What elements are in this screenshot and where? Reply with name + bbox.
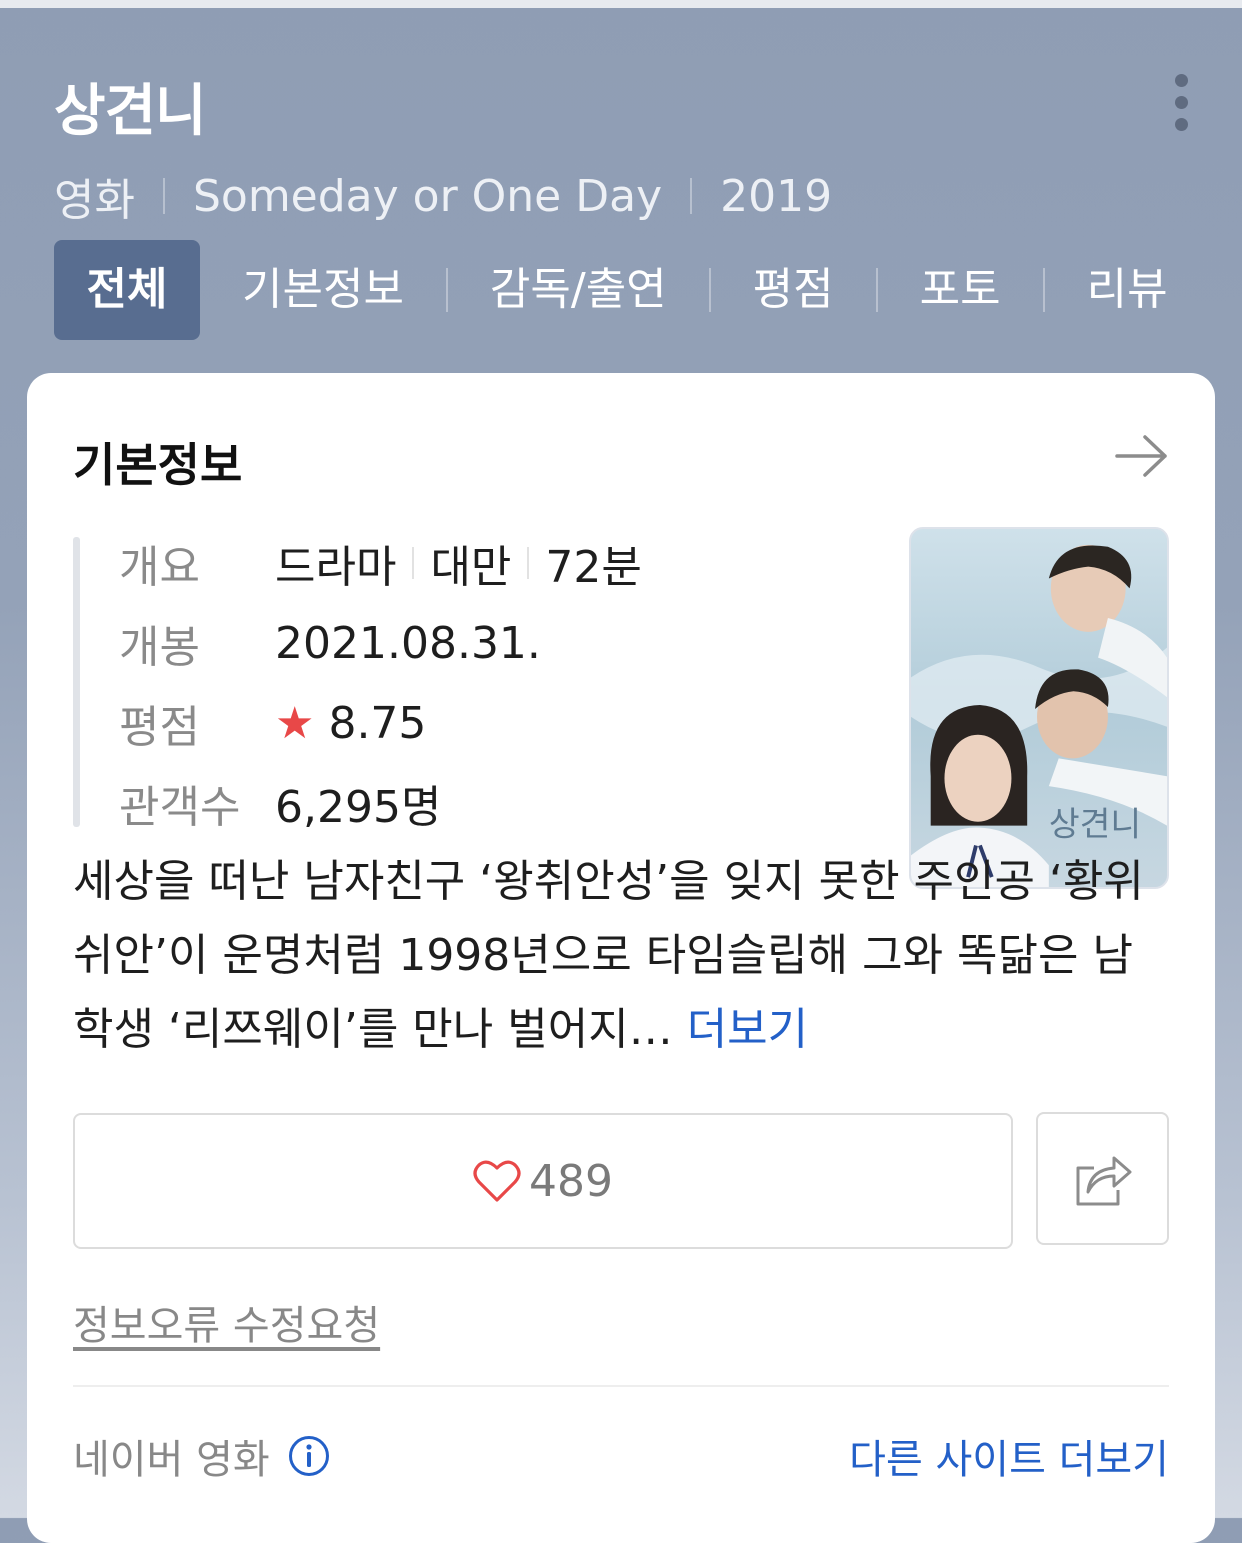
share-icon: [1076, 1156, 1131, 1205]
release-date: 2021.08.31.: [275, 617, 541, 669]
movie-poster[interactable]: 상견니: [909, 527, 1169, 889]
heart-icon: [473, 1160, 521, 1202]
like-button[interactable]: 489: [73, 1113, 1013, 1249]
tab-rating[interactable]: 평점: [753, 240, 834, 340]
other-sites-link[interactable]: 다른 사이트 더보기: [849, 1427, 1169, 1485]
like-count: 489: [529, 1155, 613, 1207]
divider: [73, 1385, 1169, 1387]
meta-divider: [690, 178, 693, 214]
value-divider: [412, 547, 415, 579]
audience-value: 6,295명: [275, 782, 442, 833]
audience-row: 관객수 6,295명: [119, 771, 441, 835]
tab-divider: [708, 268, 711, 312]
tab-all[interactable]: 전체: [54, 240, 200, 340]
description-text: 세상을 떠난 남자친구 ‘왕취안성’을 잊지 못한 주인공 ‘황위쉬안’이 운명…: [73, 856, 1144, 1055]
rating-value: 8.75: [328, 697, 427, 749]
page-title: 상견니: [54, 79, 207, 144]
basic-info-card: 기본정보 개요 드라마 대만 72분 개봉 2021.08.31. 평점 ★ 8…: [27, 373, 1215, 1543]
tab-divider: [445, 268, 448, 312]
release-label: 개봉: [119, 622, 200, 673]
tab-director-cast[interactable]: 감독/출연: [490, 240, 667, 340]
tab-photo[interactable]: 포토: [920, 240, 1001, 340]
tab-bar: 전체 기본정보 감독/출연 평점 포토 리뷰: [54, 240, 1168, 340]
card-title: 기본정보: [73, 438, 243, 492]
poster-title-text: 상견니: [1049, 805, 1141, 844]
overview-row: 개요 드라마 대만 72분: [119, 531, 642, 595]
overview-label: 개요: [119, 542, 200, 593]
report-error-link[interactable]: 정보오류 수정요청: [73, 1293, 380, 1351]
description-more-link[interactable]: 더보기: [687, 1004, 808, 1055]
tab-divider: [875, 268, 878, 312]
info-icon[interactable]: [288, 1435, 330, 1477]
tab-divider: [1042, 268, 1045, 312]
meta-year: 2019: [720, 170, 833, 222]
meta-category: 영화: [54, 175, 135, 226]
genre-value: 드라마: [275, 542, 397, 593]
country-value: 대만: [430, 542, 512, 593]
source-label: 네이버 영화: [73, 1437, 270, 1483]
release-row: 개봉 2021.08.31.: [119, 611, 541, 675]
audience-label: 관객수: [119, 782, 241, 833]
movie-meta: 영화 Someday or One Day 2019: [54, 164, 832, 228]
description: 세상을 떠난 남자친구 ‘왕취안성’을 잊지 못한 주인공 ‘황위쉬안’이 운명…: [73, 845, 1173, 1067]
info-accent-bar: [73, 537, 80, 827]
share-button[interactable]: [1036, 1112, 1169, 1245]
more-options-icon[interactable]: [1162, 70, 1202, 134]
tab-review[interactable]: 리뷰: [1087, 240, 1168, 340]
meta-divider: [162, 178, 165, 214]
runtime-value: 72분: [545, 542, 642, 593]
value-divider: [527, 547, 530, 579]
tab-basic-info[interactable]: 기본정보: [242, 240, 404, 340]
rating-label: 평점: [119, 702, 200, 753]
top-border: [0, 0, 1242, 8]
star-icon: ★: [275, 697, 315, 749]
meta-english-title: Someday or One Day: [192, 170, 663, 222]
arrow-right-icon[interactable]: [1115, 431, 1171, 481]
source: 네이버 영화: [73, 1427, 330, 1485]
rating-row: 평점 ★ 8.75: [119, 691, 426, 755]
